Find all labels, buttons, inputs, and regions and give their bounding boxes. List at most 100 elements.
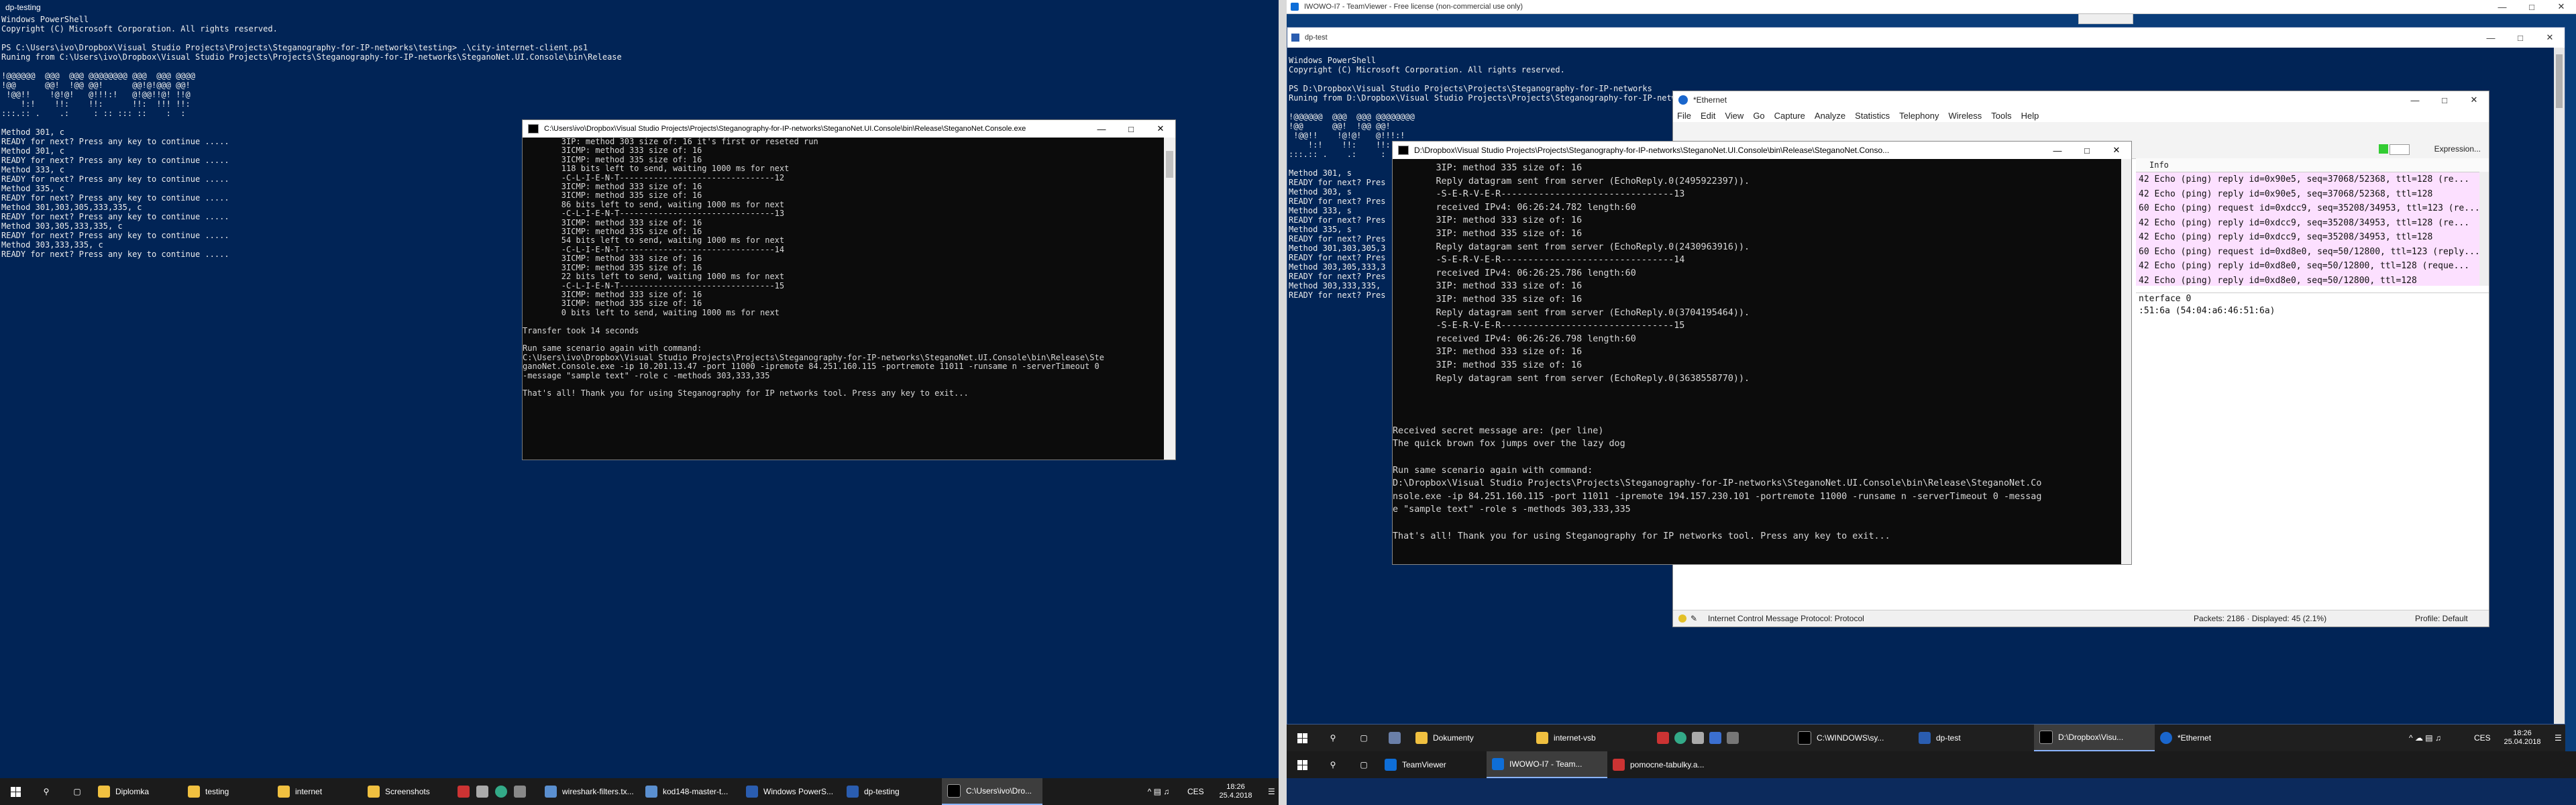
- save-icon[interactable]: [1379, 724, 1410, 751]
- taskbar-item-testing[interactable]: testing: [182, 778, 272, 805]
- start-button[interactable]: [1287, 751, 1318, 778]
- taskbar-item-diplomka[interactable]: Diplomka: [93, 778, 182, 805]
- chrome-icon[interactable]: [495, 786, 507, 798]
- close-icon[interactable]: ✕: [2459, 95, 2489, 105]
- task-view-icon[interactable]: ▢: [1348, 751, 1379, 778]
- taskbar-item-screenshots[interactable]: Screenshots: [362, 778, 452, 805]
- chrome-icon[interactable]: [1674, 732, 1686, 744]
- terminal-line: That's all! Thank you for using Steganog…: [1393, 531, 1890, 541]
- taskbar-item-dokumenty[interactable]: Dokumenty: [1410, 724, 1531, 751]
- maximize-icon[interactable]: □: [2517, 2, 2546, 12]
- clock[interactable]: 18:26 25.04.2018: [2496, 724, 2549, 751]
- packet-list[interactable]: Info 42 Echo (ping) reply id=0x90e5, seq…: [2136, 158, 2489, 286]
- search-icon[interactable]: ⚲: [1318, 724, 1348, 751]
- table-row[interactable]: 42 Echo (ping) reply id=0xdcc9, seq=3520…: [2136, 230, 2489, 245]
- language-indicator[interactable]: CES: [1182, 778, 1209, 805]
- taskbar-item-dp-test[interactable]: dp-test: [1913, 724, 2034, 751]
- left-console-title: C:\Users\ivo\Dropbox\Visual Studio Proje…: [544, 125, 1026, 133]
- taskbar-item-dp-testing[interactable]: dp-testing: [841, 778, 942, 805]
- menu-item-statistics[interactable]: Statistics: [1855, 111, 1890, 121]
- system-tray[interactable]: ^ ☁ ▤ ♫: [2381, 724, 2469, 751]
- status-profile[interactable]: Profile: Default: [2415, 614, 2489, 623]
- menu-item-go[interactable]: Go: [1753, 111, 1764, 121]
- taskbar-pinned-icons[interactable]: [1652, 724, 1792, 751]
- taskbar-item-wireshark-filters[interactable]: wireshark-filters.tx...: [539, 778, 640, 805]
- filter-bookmark-icon[interactable]: [2390, 144, 2410, 155]
- clock[interactable]: 18:26 25.4.2018: [1209, 778, 1263, 805]
- notifications-icon[interactable]: ☰: [1263, 778, 1279, 805]
- language-indicator[interactable]: CES: [2469, 724, 2496, 751]
- packet-list-header[interactable]: Info: [2136, 158, 2489, 172]
- menu-item-telephony[interactable]: Telephony: [1899, 111, 1939, 121]
- minimize-icon[interactable]: —: [2400, 95, 2430, 105]
- taskbar-item-remote-console[interactable]: D:\Dropbox\Visu...: [2034, 724, 2155, 751]
- remote-console-scrollbar[interactable]: [2121, 159, 2131, 564]
- table-row[interactable]: 42 Echo (ping) reply id=0x90e5, seq=3706…: [2136, 172, 2489, 187]
- menu-item-capture[interactable]: Capture: [1774, 111, 1805, 121]
- app-icon[interactable]: [1657, 732, 1669, 744]
- teamviewer-toolbar[interactable]: [2078, 13, 2133, 24]
- search-icon[interactable]: ⚲: [31, 778, 62, 805]
- app-icon[interactable]: [1709, 732, 1721, 744]
- minimize-icon[interactable]: —: [2487, 2, 2517, 12]
- terminal-line: 3ICMP: method 333 size of: 16: [523, 182, 702, 192]
- task-view-icon[interactable]: ▢: [62, 778, 93, 805]
- minimize-icon[interactable]: —: [2043, 146, 2072, 156]
- minimize-icon[interactable]: —: [2476, 33, 2506, 43]
- taskbar-item-pomocne-tabulky[interactable]: pomocne-tabulky.a...: [1607, 751, 1728, 778]
- taskbar-item-cmd[interactable]: C:\WINDOWS\sy...: [1792, 724, 1913, 751]
- taskbar-item-teamviewer-session[interactable]: IWOWO-I7 - Team...: [1487, 751, 1607, 778]
- taskbar-item-windows-powershell[interactable]: Windows PowerS...: [741, 778, 841, 805]
- remote-console[interactable]: D:\Dropbox\Visual Studio Projects\Projec…: [1392, 141, 2132, 565]
- app-icon[interactable]: [1692, 732, 1704, 744]
- maximize-icon[interactable]: □: [2506, 33, 2535, 43]
- remote-powershell-scrollbar[interactable]: [2554, 48, 2565, 724]
- taskbar-item-teamviewer[interactable]: TeamViewer: [1379, 751, 1487, 778]
- close-icon[interactable]: ✕: [2546, 1, 2576, 12]
- system-tray[interactable]: ^ ▤ ♫: [1135, 778, 1182, 805]
- app-icon[interactable]: [458, 786, 470, 798]
- menu-item-help[interactable]: Help: [2021, 111, 2039, 121]
- app-icon[interactable]: [1727, 732, 1739, 744]
- close-icon[interactable]: ✕: [2535, 32, 2565, 43]
- menu-item-file[interactable]: File: [1677, 111, 1691, 121]
- start-button[interactable]: [0, 778, 31, 805]
- taskbar-item-kod148[interactable]: kod148-master-t...: [640, 778, 741, 805]
- app-icon[interactable]: [476, 786, 488, 798]
- table-row[interactable]: 42 Echo (ping) reply id=0xdcc9, seq=3520…: [2136, 215, 2489, 230]
- menu-item-view[interactable]: View: [1725, 111, 1743, 121]
- maximize-icon[interactable]: □: [2430, 95, 2459, 105]
- table-row[interactable]: 42 Echo (ping) reply id=0xd8e0, seq=50/1…: [2136, 259, 2489, 274]
- taskbar-item-internet[interactable]: internet: [272, 778, 362, 805]
- left-console-scrollbar[interactable]: [1164, 138, 1175, 460]
- filter-apply-icon[interactable]: [2379, 144, 2388, 154]
- menu-item-edit[interactable]: Edit: [1701, 111, 1715, 121]
- close-icon[interactable]: ✕: [2102, 145, 2131, 156]
- task-view-icon[interactable]: ▢: [1348, 724, 1379, 751]
- table-row[interactable]: 42 Echo (ping) reply id=0x90e5, seq=3706…: [2136, 186, 2489, 201]
- table-row[interactable]: 42 Echo (ping) reply id=0xd8e0, seq=50/1…: [2136, 273, 2489, 286]
- search-icon[interactable]: ⚲: [1318, 751, 1348, 778]
- menu-item-wireless[interactable]: Wireless: [1948, 111, 1982, 121]
- terminal-line: Reply datagram sent from server (EchoRep…: [1393, 307, 1750, 318]
- table-row[interactable]: 60 Echo (ping) request id=0xdcc9, seq=35…: [2136, 201, 2489, 216]
- app-icon[interactable]: [514, 786, 526, 798]
- taskbar-pinned-icons[interactable]: [452, 778, 539, 805]
- table-row[interactable]: 60 Echo (ping) request id=0xd8e0, seq=50…: [2136, 244, 2489, 259]
- taskbar-item-internet-vsb[interactable]: internet-vsb: [1531, 724, 1652, 751]
- notifications-icon[interactable]: ☰: [2549, 724, 2565, 751]
- start-button[interactable]: [1287, 724, 1318, 751]
- packet-list-scrollbar[interactable]: [2479, 172, 2489, 286]
- menu-item-analyze[interactable]: Analyze: [1815, 111, 1845, 121]
- left-console-window[interactable]: C:\Users\ivo\Dropbox\Visual Studio Proje…: [522, 119, 1176, 460]
- taskbar-item-console[interactable]: C:\Users\ivo\Dro...: [942, 778, 1042, 805]
- minimize-icon[interactable]: —: [1087, 124, 1116, 134]
- maximize-icon[interactable]: □: [2072, 146, 2102, 156]
- expression-button[interactable]: Expression...: [2434, 144, 2481, 154]
- close-icon[interactable]: ✕: [1146, 123, 1175, 134]
- maximize-icon[interactable]: □: [1116, 124, 1146, 134]
- taskbar-item-ethernet[interactable]: *Ethernet: [2155, 724, 2275, 751]
- packet-details[interactable]: nterface 0 :51:6a (54:04:a6:46:51:6a): [2136, 292, 2489, 494]
- status-edit-icon[interactable]: ✎: [1690, 614, 1700, 623]
- menu-item-tools[interactable]: Tools: [1991, 111, 2011, 121]
